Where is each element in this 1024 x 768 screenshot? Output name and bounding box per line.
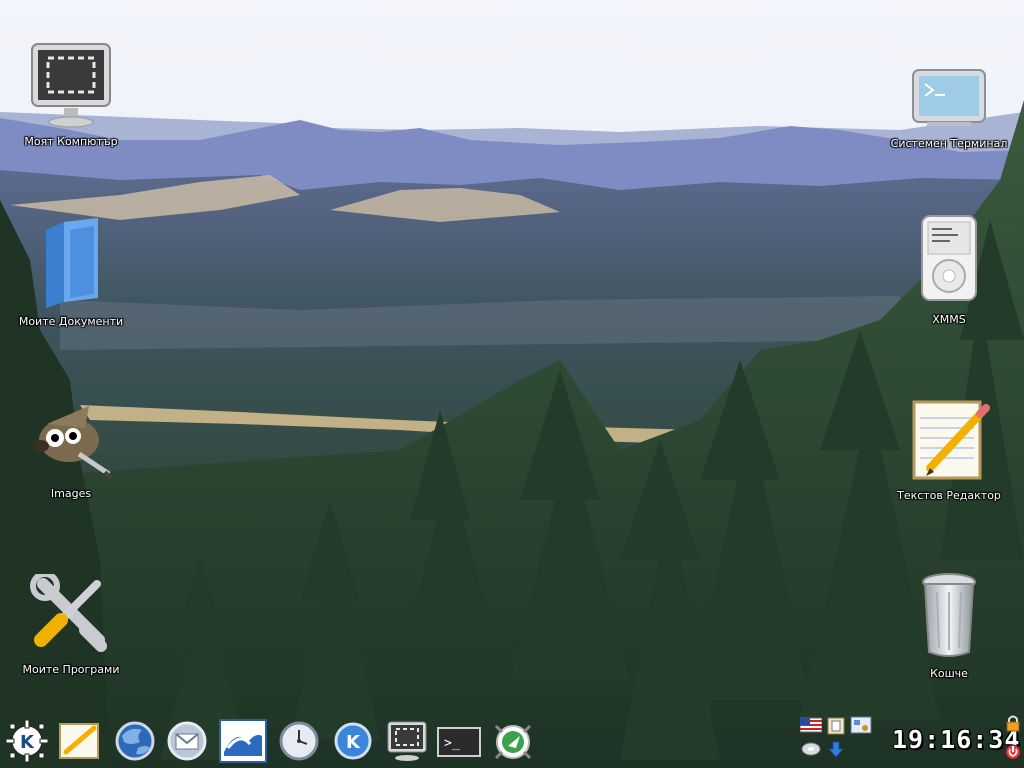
- launcher-desktop[interactable]: [384, 718, 430, 764]
- klipper-icon[interactable]: [826, 716, 846, 735]
- wallpaper-landscape: [0, 0, 1024, 768]
- desktop-icon-my-computer[interactable]: Моят Компютър: [6, 42, 136, 148]
- launcher-text-editor[interactable]: [56, 718, 102, 764]
- desktop-icon-label: Системен Терминал: [890, 137, 1008, 150]
- lock-screen-icon[interactable]: [1004, 714, 1022, 732]
- keyboard-layout-flag-icon[interactable]: [799, 716, 823, 734]
- trash-icon: [884, 572, 1014, 663]
- clock-icon: [276, 718, 322, 764]
- desktop-icon-label: Images: [50, 487, 92, 500]
- desktop-icon-label: XMMS: [932, 313, 966, 326]
- desktop-icon-label: Текстов Редактор: [897, 489, 1001, 502]
- desktop-icon-text-editor[interactable]: Текстов Редактор: [884, 398, 1014, 502]
- desktop-icon-label: Кошче: [930, 667, 968, 680]
- terminal-icon: [884, 66, 1014, 133]
- desktop-icon-my-documents[interactable]: Моите Документи: [6, 216, 136, 328]
- text-editor-icon: [56, 718, 102, 764]
- email-icon: [164, 718, 210, 764]
- logout-power-icon[interactable]: [1004, 742, 1022, 760]
- text-editor-icon: [884, 398, 1014, 485]
- disk-icon[interactable]: [800, 740, 821, 758]
- launcher-office[interactable]: [218, 718, 267, 764]
- desktop-icon-label: Моите Програми: [22, 663, 120, 676]
- desktop[interactable]: Моят Компютър Моите Документи Images Мои…: [0, 0, 1024, 768]
- launcher-email[interactable]: [164, 718, 210, 764]
- launcher-network[interactable]: [490, 718, 536, 764]
- kde-menu-button[interactable]: K: [4, 718, 50, 764]
- desktop-icon-xmms[interactable]: XMMS: [884, 214, 1014, 326]
- desktop-icon-images[interactable]: Images: [6, 400, 136, 500]
- folder-icon: [6, 216, 136, 311]
- svg-text:K: K: [20, 732, 35, 753]
- web-browser-icon: [112, 718, 158, 764]
- computer-icon: [384, 718, 430, 764]
- gimp-icon: [6, 400, 136, 483]
- desktop-icon-my-programs[interactable]: Моите Програми: [6, 571, 136, 676]
- desktop-switcher-icon[interactable]: [850, 716, 872, 734]
- kde-logo-icon: K: [4, 718, 50, 764]
- launcher-terminal[interactable]: >_: [436, 718, 482, 764]
- svg-text:>_: >_: [444, 736, 460, 751]
- launcher-konqueror[interactable]: K: [330, 718, 376, 764]
- tools-icon: [6, 571, 136, 659]
- desktop-icon-trash[interactable]: Кошче: [884, 572, 1014, 680]
- computer-icon: [6, 42, 136, 131]
- system-tray: [798, 714, 874, 762]
- launcher-clock-settings[interactable]: [276, 718, 322, 764]
- desktop-icon-system-terminal[interactable]: Системен Терминал: [884, 66, 1014, 150]
- network-icon: [490, 718, 536, 764]
- download-arrow-icon[interactable]: [826, 740, 846, 758]
- desktop-icon-label: Моят Компютър: [24, 135, 118, 148]
- desktop-icon-label: Моите Документи: [18, 315, 124, 328]
- media-player-icon: [884, 214, 1014, 309]
- terminal-icon: >_: [436, 718, 482, 764]
- kde-gear-icon: K: [330, 718, 376, 764]
- launcher-web-browser[interactable]: [112, 718, 158, 764]
- office-icon: [218, 718, 267, 764]
- taskbar-clock[interactable]: 19:16:34: [892, 725, 1019, 754]
- svg-text:K: K: [346, 732, 361, 753]
